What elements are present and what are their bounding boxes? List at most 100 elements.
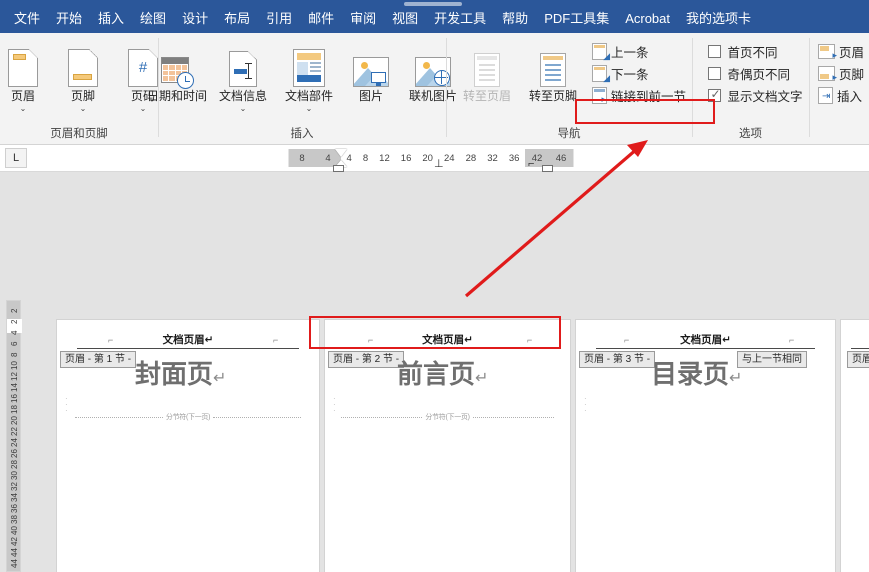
ribbon-tab-6[interactable]: 引用 — [258, 7, 300, 33]
paragraph-mark: ↵ — [475, 370, 489, 387]
page-2-header-title[interactable]: 文档页眉↵ — [325, 332, 570, 347]
header-position-button[interactable]: ▸ 页眉 — [818, 40, 868, 62]
page-3-dot-markers: · · · — [584, 394, 587, 415]
page-3-header-title[interactable]: 文档页眉↵ — [576, 332, 835, 347]
ribbon-tab-7[interactable]: 邮件 — [300, 7, 342, 33]
ruler-tick: 4 — [325, 152, 331, 164]
footer-button[interactable]: 页脚 ⌄ — [54, 38, 112, 113]
next-record-label: 下一条 — [611, 67, 649, 82]
ribbon-tab-4[interactable]: 设计 — [174, 7, 216, 33]
vertical-ruler-tick: 4 — [10, 330, 19, 335]
ribbon-tab-2[interactable]: 插入 — [90, 7, 132, 33]
ribbon-tab-3[interactable]: 绘图 — [132, 7, 174, 33]
header-separator-line — [596, 348, 815, 349]
next-record-button[interactable]: ◢ 下一条 — [590, 62, 690, 84]
document-info-button[interactable]: 文档信息 ⌄ — [210, 38, 276, 113]
ruler-tick: 16 — [400, 152, 412, 164]
page-2-section-break: 分节符(下一页) — [341, 412, 555, 422]
ribbon-group-position: ▸ 页眉 ▸ 页脚 ⇥ 插入 — [809, 33, 869, 145]
ribbon-tab-14[interactable]: 我的选项卡 — [678, 7, 759, 33]
page-3-body-text[interactable]: 目录页↵ — [651, 354, 742, 391]
document-page-2[interactable]: ⌐ ⌐ 文档页眉↵ 页眉 - 第 2 节 - 前言页↵ · · · 分节符(下一页) — [325, 320, 570, 572]
navigation-small-buttons: ◢ 上一条 ◢ 下一条 ▸ 链接到前一节 — [586, 38, 690, 106]
tab-stop-label: L — [12, 152, 20, 164]
ribbon-tab-9[interactable]: 视图 — [384, 7, 426, 33]
page-2-body-label: 前言页 — [397, 359, 476, 389]
paragraph-mark: ↵ — [213, 370, 227, 387]
chevron-down-icon[interactable]: ⌄ — [80, 104, 87, 113]
vertical-ruler-tick: 40 — [10, 526, 19, 535]
header-page-icon — [8, 41, 38, 87]
page-1-body-text[interactable]: 封面页↵ — [135, 354, 226, 391]
center-tab-marker[interactable]: ⊥ — [434, 159, 444, 170]
ruler-page-area[interactable]: 4 8 12 16 20 24 28 32 36 — [341, 149, 525, 167]
page-1-section-break-label: 分节符(下一页) — [165, 414, 211, 421]
document-info-icon — [229, 41, 257, 87]
date-time-button[interactable]: 日期和时间 — [144, 38, 210, 103]
page-2-body-text[interactable]: 前言页↵ — [397, 354, 488, 391]
ribbon-panel: 页眉 ⌄ 页脚 ⌄ # 页码 ⌄ 页眉和页脚 日期和时间 文档信息 ⌄ 文档部件… — [0, 33, 869, 145]
previous-record-button[interactable]: ◢ 上一条 — [590, 40, 690, 62]
footer-position-button[interactable]: ▸ 页脚 — [818, 62, 868, 84]
ruler-tick: 46 — [555, 152, 567, 164]
vertical-ruler[interactable]: 2 2 4 6 8 10 12 14 16 18 20 22 24 26 28 30 32 34 36 38 40 42 4… — [6, 300, 22, 572]
vertical-ruler-tick: 10 — [10, 361, 19, 370]
vertical-ruler-tick: 8 — [10, 352, 19, 357]
right-indent-marker-box[interactable] — [542, 165, 553, 172]
date-time-button-label: 日期和时间 — [146, 89, 207, 103]
ribbon-tab-1[interactable]: 开始 — [48, 7, 90, 33]
document-page-4[interactable]: 页眉 — [841, 320, 869, 572]
goto-header-button[interactable]: 转至页眉 — [454, 38, 520, 103]
different-odd-even-option[interactable]: 奇偶页不同 — [708, 62, 790, 84]
document-workspace[interactable]: 2 2 4 6 8 10 12 14 16 18 20 22 24 26 28 30 32 34 36 38 40 42 4… — [0, 172, 869, 572]
ribbon-tab-5[interactable]: 布局 — [216, 7, 258, 33]
ribbon-group-insert: 日期和时间 文档信息 ⌄ 文档部件 ⌄ 图片 联机图片 插入 — [147, 33, 457, 145]
header-separator-line — [851, 348, 869, 349]
picture-button[interactable]: 图片 — [342, 38, 400, 103]
goto-footer-button[interactable]: 转至页脚 — [520, 38, 586, 103]
paragraph-mark: ↵ — [729, 370, 743, 387]
chevron-down-icon[interactable]: ⌄ — [306, 104, 313, 113]
vertical-ruler-tick: 38 — [10, 515, 19, 524]
document-parts-button[interactable]: 文档部件 ⌄ — [276, 38, 342, 113]
document-page-1[interactable]: ⌐ ⌐ 文档页眉↵ 页眉 - 第 1 节 - 封面页↵ · · · 分节符(下一页) — [57, 320, 319, 572]
different-first-page-option[interactable]: 首页不同 — [708, 40, 778, 62]
vertical-ruler-tick: 26 — [10, 449, 19, 458]
ribbon-tab-12[interactable]: PDF工具集 — [536, 7, 617, 33]
right-tab-marker[interactable]: ⌐ — [528, 159, 534, 170]
left-indent-marker[interactable] — [333, 165, 344, 172]
insert-alignment-tab-icon: ⇥ — [818, 86, 833, 104]
document-page-3[interactable]: ⌐ ⌐ 文档页眉↵ 页眉 - 第 3 节 - 与上一节相同 目录页↵ · · · — [576, 320, 835, 572]
first-line-indent-marker[interactable] — [335, 149, 347, 157]
ribbon-tab-0[interactable]: 文件 — [6, 7, 48, 33]
ruler-tick: 28 — [465, 152, 477, 164]
checkbox-unchecked-icon[interactable] — [708, 66, 722, 80]
page-1-section-break: 分节符(下一页) — [75, 412, 302, 422]
ribbon-tab-10[interactable]: 开发工具 — [426, 7, 494, 33]
checkbox-unchecked-icon[interactable] — [708, 44, 722, 58]
vertical-ruler-tick: 20 — [10, 416, 19, 425]
checkbox-checked-icon[interactable] — [708, 87, 722, 102]
ribbon-tab-8[interactable]: 审阅 — [342, 7, 384, 33]
chevron-down-icon[interactable]: ⌄ — [20, 104, 27, 113]
vertical-ruler-tick: 42 — [10, 537, 19, 546]
insert-alignment-tab-label: 插入 — [837, 89, 863, 104]
goto-header-icon — [474, 41, 500, 87]
vertical-ruler-tick: 12 — [10, 372, 19, 381]
ribbon-tab-13[interactable]: Acrobat — [617, 7, 678, 33]
header-button[interactable]: 页眉 ⌄ — [0, 38, 52, 113]
vertical-ruler-tick: 24 — [10, 438, 19, 447]
chevron-down-icon[interactable]: ⌄ — [240, 104, 247, 113]
show-document-text-option[interactable]: 显示文档文字 — [708, 84, 803, 106]
page-1-header-title[interactable]: 文档页眉↵ — [57, 332, 319, 347]
vertical-ruler-tick: 14 — [10, 383, 19, 392]
window-grip-handle[interactable] — [404, 2, 462, 6]
ruler-tick: 24 — [444, 152, 455, 164]
insert-alignment-tab-button[interactable]: ⇥ 插入 — [818, 84, 866, 106]
next-record-icon: ◢ — [592, 64, 610, 82]
link-to-previous-button[interactable]: ▸ 链接到前一节 — [590, 84, 690, 106]
tab-stop-selector[interactable]: L — [5, 148, 27, 168]
page-1-header-tag: 页眉 - 第 1 节 - — [60, 351, 137, 368]
link-to-previous-icon: ▸ — [592, 86, 607, 104]
ribbon-tab-11[interactable]: 帮助 — [494, 7, 536, 33]
